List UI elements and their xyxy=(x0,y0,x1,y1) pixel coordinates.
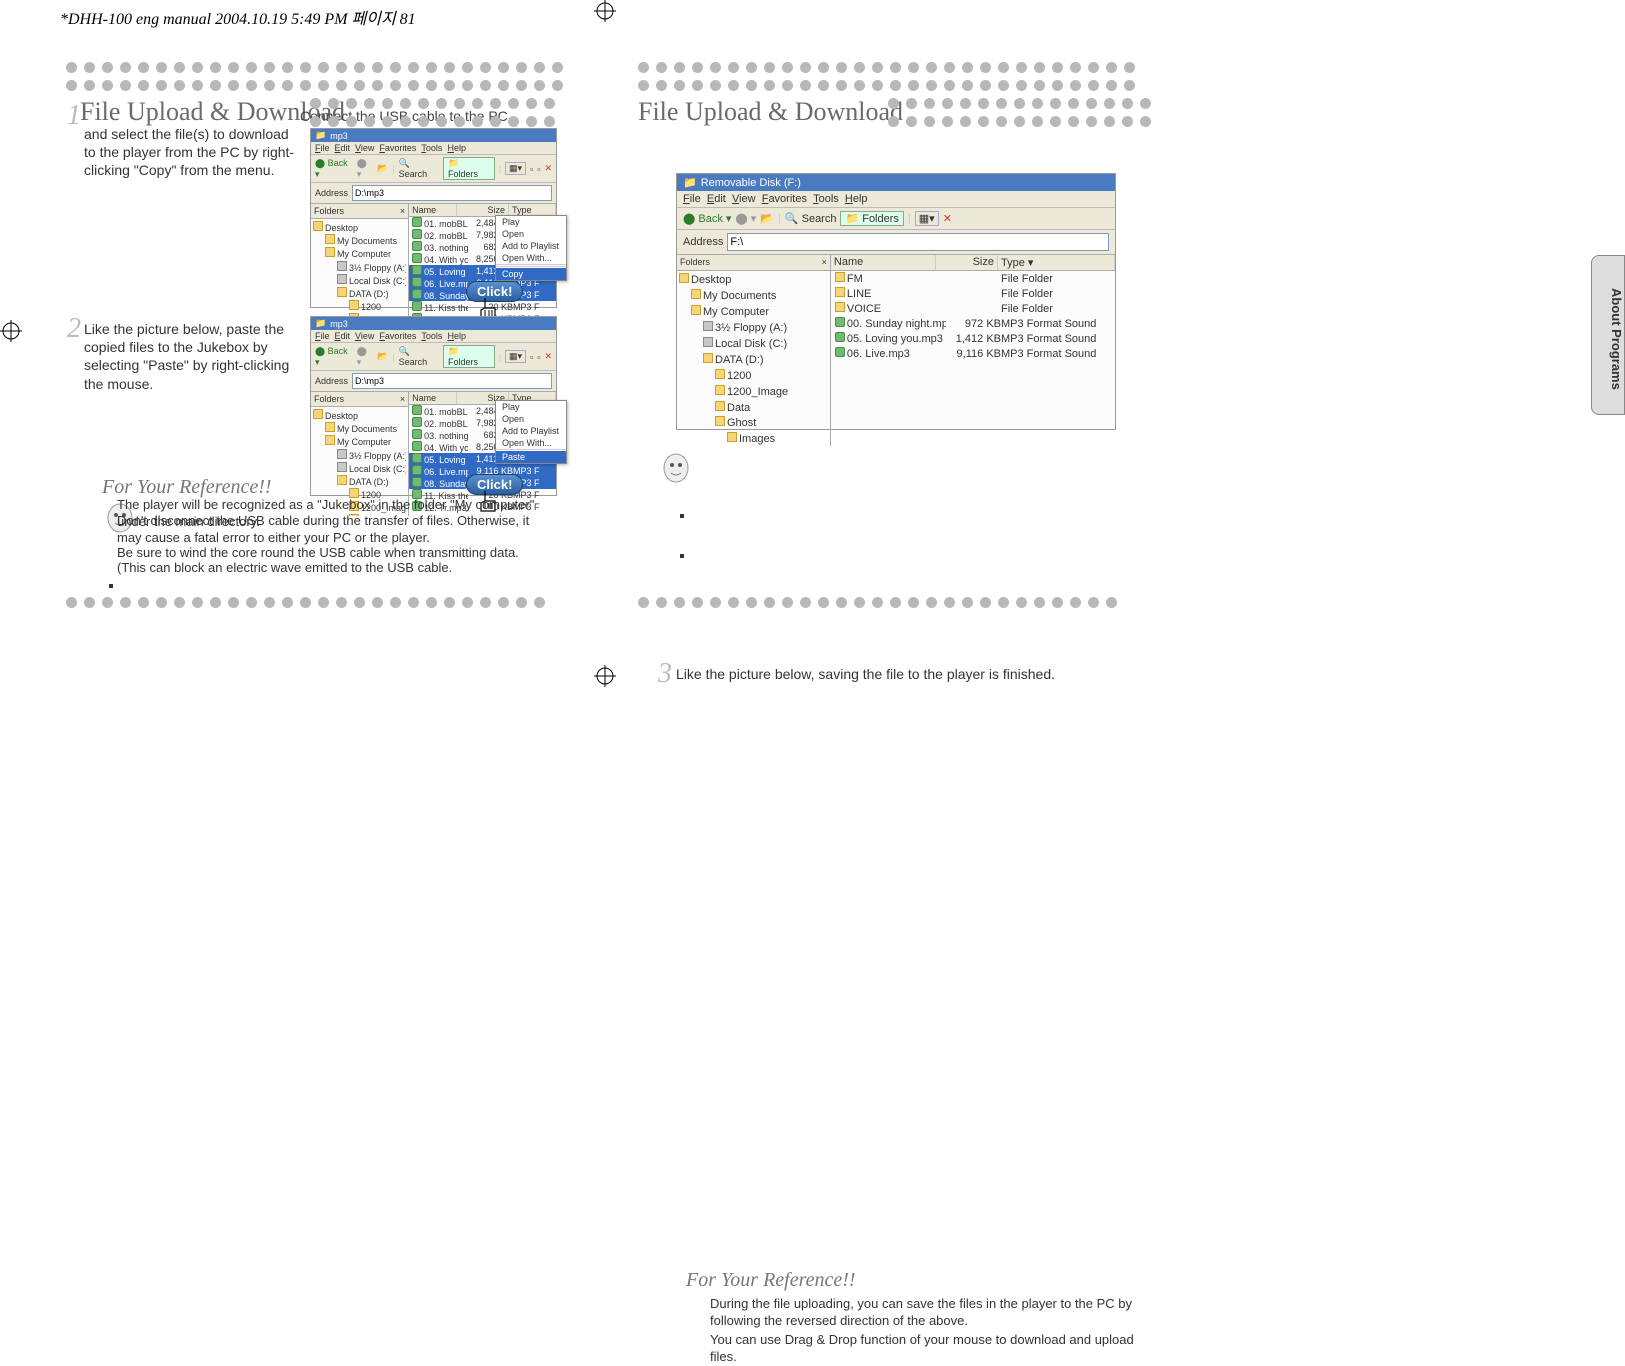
step-3-text: Like the picture below, saving the file … xyxy=(676,665,1136,683)
reference-heading-left: For Your Reference!! xyxy=(102,476,272,499)
decorative-dots xyxy=(310,116,555,127)
context-menu-paste: PlayOpenAdd to PlaylistOpen With...Paste xyxy=(495,400,567,464)
page-title-right: File Upload & Download xyxy=(638,97,903,127)
registration-mark-center xyxy=(594,665,616,687)
step-number-2: 2 xyxy=(67,313,81,345)
decorative-dots xyxy=(66,62,563,73)
decorative-dots xyxy=(66,80,563,91)
address-input[interactable] xyxy=(727,233,1109,251)
decorative-dots xyxy=(638,62,1135,73)
reference-right-item-2: You can use Drag & Drop function of your… xyxy=(710,1332,1150,1366)
reference-right-item-1: During the file uploading, you can save … xyxy=(710,1296,1150,1330)
step-number-3: 3 xyxy=(658,658,672,690)
reference-item-2: Don't disconnect the USB cable during th… xyxy=(117,513,557,547)
address-input[interactable] xyxy=(352,185,552,201)
side-tab-about-programs: About Programs xyxy=(1591,255,1625,415)
print-header: *DHH-100 eng manual 2004.10.19 5:49 PM 페… xyxy=(60,5,416,29)
registration-mark-top xyxy=(594,0,616,22)
decorative-dots xyxy=(310,98,555,109)
decorative-dots xyxy=(888,98,1151,109)
decorative-dots xyxy=(638,597,1117,608)
bullet-icon xyxy=(680,514,684,518)
bullet-icon xyxy=(109,584,113,588)
step-number-1: 1 xyxy=(67,100,81,132)
registration-mark-left xyxy=(0,320,22,342)
decorative-dots xyxy=(888,116,1151,127)
context-menu-copy: PlayOpenAdd to PlaylistOpen With... Copy xyxy=(495,215,567,281)
reference-item-3b: (This can block an electric wave emitted… xyxy=(117,560,557,577)
reference-heading-right: For Your Reference!! xyxy=(686,1269,856,1292)
mascot-icon xyxy=(656,448,696,488)
step-2-text: Like the picture below, paste the copied… xyxy=(84,320,299,393)
decorative-dots xyxy=(66,597,545,608)
screenshot-result: 📁Removable Disk (F:)File Edit View Favor… xyxy=(676,173,1116,430)
step-1-text: and select the file(s) to download to th… xyxy=(84,125,299,180)
decorative-dots xyxy=(638,80,1135,91)
bullet-icon xyxy=(680,554,684,558)
address-input[interactable] xyxy=(352,373,552,389)
